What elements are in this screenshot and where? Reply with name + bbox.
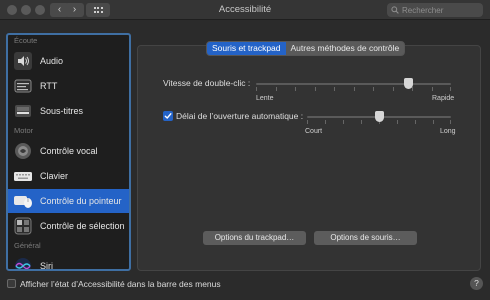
double-click-max-label: Rapide — [432, 95, 455, 102]
menu-bar-status-label: Afficher l’état d’Accessibilité dans la … — [20, 279, 221, 289]
section-label-general: Général — [14, 241, 41, 250]
sidebar-item-controle-vocal[interactable]: Contrôle vocal — [8, 139, 129, 163]
sidebar-item-label: Contrôle de sélection — [40, 221, 125, 231]
tab-alternate-control-methods[interactable]: Autres méthodes de contrôle — [286, 42, 405, 55]
sidebar[interactable]: Écoute Audio RTT Sous-titres Motor Contr… — [6, 33, 131, 271]
switch-control-icon — [13, 216, 33, 236]
spring-loading-checkbox[interactable] — [163, 111, 173, 121]
sidebar-item-sous-titres[interactable]: Sous-titres — [8, 99, 129, 123]
help-button[interactable]: ? — [470, 277, 483, 290]
siri-icon — [13, 256, 33, 269]
tab-control: Souris et trackpad Autres méthodes de co… — [206, 41, 406, 56]
keyboard-icon — [13, 166, 33, 186]
sidebar-item-audio[interactable]: Audio — [8, 49, 129, 73]
sidebar-item-clavier[interactable]: Clavier — [8, 164, 129, 188]
double-click-min-label: Lente — [256, 95, 274, 102]
sidebar-item-label: Sous-titres — [40, 106, 84, 116]
spring-loading-slider[interactable] — [374, 111, 384, 122]
spring-loading-max-label: Long — [440, 128, 456, 135]
menu-bar-status-checkbox[interactable] — [7, 279, 16, 288]
checkmark-icon — [164, 113, 172, 119]
search-icon — [391, 6, 399, 14]
sidebar-item-controle-de-selection[interactable]: Contrôle de sélection — [8, 214, 129, 238]
pointer-control-icon — [13, 191, 33, 211]
spring-loading-label: Délai de l’ouverture automatique : — [176, 111, 304, 121]
rtt-icon — [13, 76, 33, 96]
double-click-speed-track — [256, 83, 451, 85]
sidebar-item-label: RTT — [40, 81, 58, 91]
double-click-speed-ticks — [256, 87, 452, 91]
sidebar-item-label: Contrôle du pointeur — [40, 196, 122, 206]
sidebar-item-label: Clavier — [40, 171, 69, 181]
captions-icon — [13, 101, 33, 121]
spring-loading-min-label: Court — [305, 128, 323, 135]
tab-mouse-trackpad[interactable]: Souris et trackpad — [207, 42, 286, 55]
sidebar-item-label: Audio — [40, 56, 64, 66]
sidebar-item-controle-du-pointeur[interactable]: Contrôle du pointeur — [8, 189, 129, 213]
voice-control-icon — [13, 141, 33, 161]
sidebar-item-label: Siri — [40, 261, 53, 271]
double-click-speed-label: Vitesse de double-clic : — [163, 78, 251, 88]
speaker-icon — [13, 51, 33, 71]
search-placeholder: Rechercher — [402, 5, 444, 15]
title-bar: ‹ › Accessibilité Rechercher — [0, 0, 490, 20]
search-input[interactable]: Rechercher — [387, 3, 483, 17]
section-label-motor: Motor — [14, 126, 34, 135]
trackpad-options-button[interactable]: Options du trackpad… — [203, 231, 306, 245]
section-label-ecoute: Écoute — [14, 36, 38, 45]
sidebar-item-siri[interactable]: Siri — [8, 254, 129, 271]
sidebar-item-rtt[interactable]: RTT — [8, 74, 129, 98]
sidebar-item-label: Contrôle vocal — [40, 146, 98, 156]
mouse-options-button[interactable]: Options de souris… — [314, 231, 417, 245]
double-click-speed-slider[interactable] — [403, 78, 413, 89]
